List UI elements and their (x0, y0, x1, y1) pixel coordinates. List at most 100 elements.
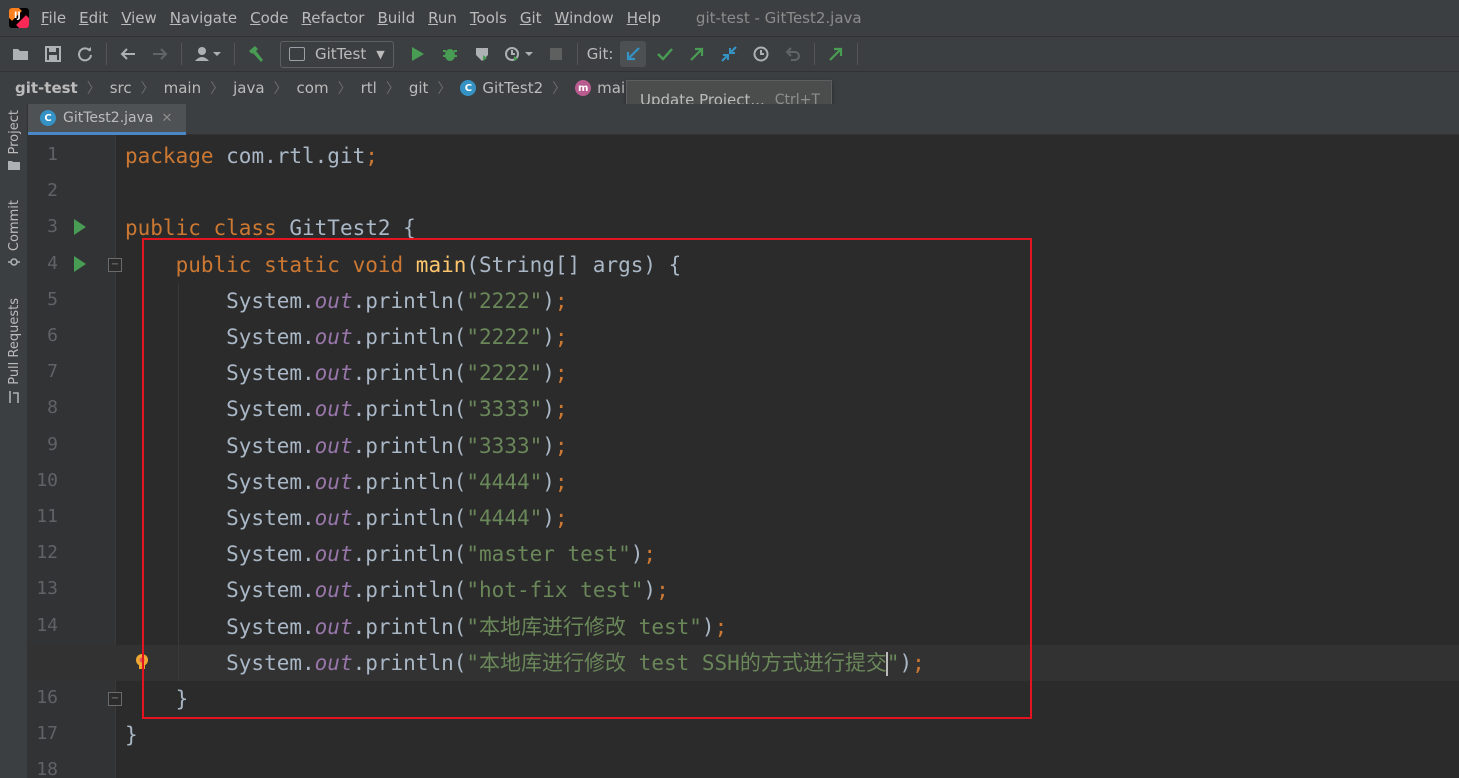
breadcrumb-item-java[interactable]: java (233, 79, 264, 97)
code-token: ; (365, 144, 378, 168)
menu-tools[interactable]: Tools (470, 9, 507, 27)
git-push-icon[interactable] (684, 41, 710, 67)
close-icon[interactable]: ✕ (162, 111, 173, 126)
menu-items: File Edit View Navigate Code Refactor Build Run… (41, 9, 674, 27)
code-line: public class GitTest2 { (125, 210, 1459, 246)
menu-refactor[interactable]: Refactor (302, 9, 365, 27)
code-line: System.out.println("本地库进行修改 test"); (125, 609, 1459, 645)
history-icon[interactable] (748, 41, 774, 67)
editor-tab-bar: C GitTest2.java ✕ (28, 104, 1459, 135)
rollback-icon[interactable] (780, 41, 806, 67)
forward-arrow-icon[interactable] (147, 41, 173, 67)
open-folder-icon[interactable] (8, 41, 34, 67)
sync-icon[interactable] (72, 41, 98, 67)
breadcrumb-item-com[interactable]: com (297, 79, 329, 97)
user-icon[interactable] (190, 41, 226, 67)
menu-run[interactable]: Run (428, 9, 457, 27)
fold-marker-icon[interactable]: − (108, 257, 122, 272)
menu-file[interactable]: File (41, 9, 66, 27)
git-merge-icon[interactable] (716, 41, 742, 67)
line-number: 8 (47, 397, 58, 419)
build-hammer-icon[interactable] (243, 41, 269, 67)
code-token: System. (125, 288, 315, 313)
breadcrumb-separator: 〉 (140, 81, 155, 97)
save-icon[interactable] (40, 41, 66, 67)
code-token: ; (554, 288, 568, 313)
toolbar-separator (234, 43, 235, 65)
fold-marker-icon[interactable]: − (108, 692, 122, 706)
line-number: 16 (36, 687, 58, 708)
breadcrumb-label: rtl (360, 79, 377, 97)
code-token: ; (656, 578, 669, 603)
run-config-label: GitTest (315, 45, 367, 63)
code-token: out (314, 361, 353, 386)
menu-help[interactable]: Help (627, 9, 661, 27)
code-token: out (314, 578, 353, 603)
code-token: package (125, 144, 227, 168)
coverage-icon[interactable] (469, 41, 495, 67)
line-number: 18 (36, 759, 58, 778)
run-gutter-icon[interactable] (74, 219, 86, 236)
tool-window-commit[interactable]: Commit (0, 200, 28, 267)
breadcrumb-item-rtl[interactable]: rtl (361, 79, 377, 97)
menu-edit[interactable]: Edit (79, 9, 108, 27)
stop-icon[interactable] (543, 41, 569, 67)
code-token: "2222" (466, 325, 543, 349)
code-line: System.out.println("4444"); (125, 500, 1459, 536)
code-token: ; (554, 433, 568, 458)
breadcrumb-label: src (109, 79, 132, 97)
code-token: System. (125, 325, 315, 349)
menu-window[interactable]: Window (555, 9, 614, 27)
code-token: } (125, 723, 138, 748)
run-icon[interactable] (405, 41, 431, 67)
code-token: main (415, 252, 467, 277)
run-gutter-icon[interactable] (74, 255, 86, 272)
editor-tab-gittest2[interactable]: C GitTest2.java ✕ (28, 104, 186, 135)
code-token: .println( (352, 542, 467, 567)
folder-icon (8, 161, 20, 171)
intellij-logo-icon: IJ (9, 8, 29, 28)
debug-icon[interactable] (437, 41, 463, 67)
menu-git[interactable]: Git (520, 9, 542, 27)
breadcrumb-item-git-test[interactable]: git-test (15, 79, 78, 97)
code-token: .println( (352, 361, 467, 386)
code-editor[interactable]: 123456789101112131415161718−− package co… (28, 135, 1459, 778)
code-token: "hot-fix test" (466, 578, 644, 603)
code-token: System. (125, 650, 315, 675)
menu-navigate[interactable]: Navigate (170, 9, 237, 27)
profile-icon[interactable] (501, 41, 537, 67)
code-token: ; (554, 325, 568, 349)
git-update-icon[interactable] (620, 41, 647, 67)
breadcrumb-item-git[interactable]: git (409, 79, 429, 97)
breadcrumb-item-main[interactable]: main (164, 79, 201, 97)
breadcrumb-label: git-test (15, 79, 78, 97)
breadcrumb-label: GitTest2 (482, 79, 544, 97)
run-configuration-selector[interactable]: GitTest ▼ (280, 40, 394, 68)
code-token: ) (542, 506, 555, 530)
window-title: git-test - GitTest2.java (695, 9, 862, 27)
code-token: "2222" (466, 361, 543, 386)
toolbar-separator (576, 43, 578, 65)
code-line: } (125, 717, 1459, 753)
line-number: 6 (47, 325, 58, 346)
menu-code[interactable]: Code (250, 9, 288, 27)
git-commit-icon[interactable] (652, 41, 678, 67)
tool-window-pull-requests[interactable]: Pull Requests (0, 298, 28, 403)
breadcrumb-item-gittest2[interactable]: C GitTest2 (460, 79, 543, 97)
code-token: out (314, 650, 353, 675)
editor-tab-label: GitTest2.java (63, 110, 154, 126)
menu-view[interactable]: View (121, 9, 157, 27)
breadcrumb-item-src[interactable]: src (110, 79, 132, 97)
tool-window-project[interactable]: Project (0, 110, 28, 171)
code-token: ) (630, 542, 644, 567)
share-icon[interactable] (823, 41, 849, 67)
code-line: System.out.println("本地库进行修改 test SSH的方式进… (125, 645, 1459, 681)
menu-build[interactable]: Build (377, 9, 415, 27)
intention-bulb-icon[interactable] (135, 653, 149, 671)
code-token: .println( (352, 288, 467, 313)
java-class-icon: C (460, 80, 477, 96)
back-arrow-icon[interactable] (115, 41, 141, 67)
code-token: .println( (352, 433, 467, 458)
editor-gutter: 123456789101112131415161718−− (28, 135, 122, 778)
